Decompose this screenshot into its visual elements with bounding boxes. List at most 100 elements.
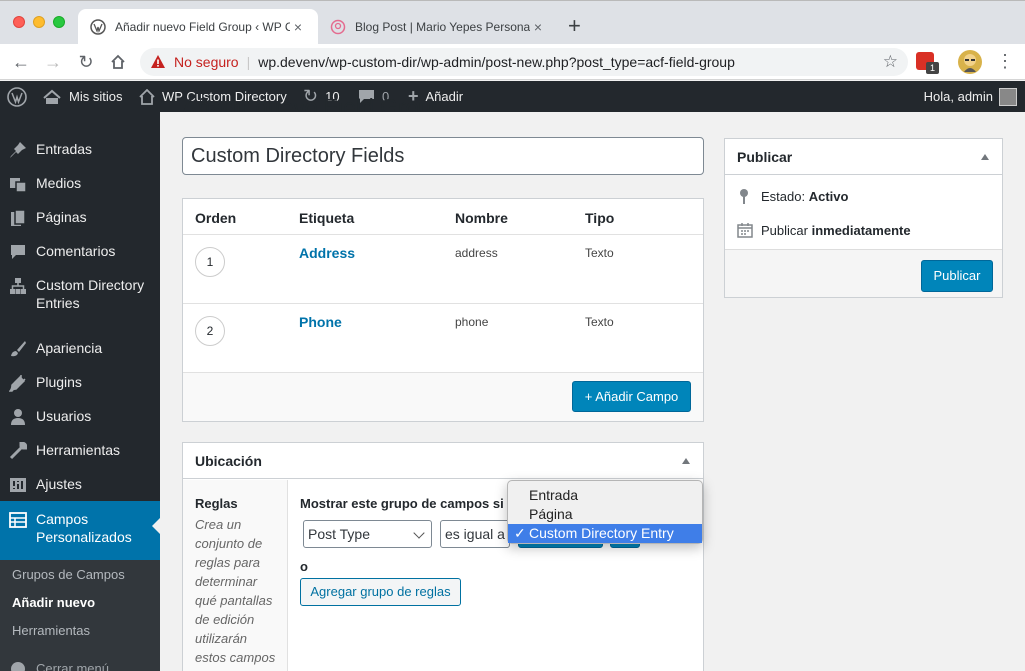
wrench-icon: [0, 441, 36, 460]
sidebar-item-label: Medios: [36, 175, 82, 191]
browser-tab[interactable]: Blog Post | Mario Yepes Persona ×: [318, 9, 558, 45]
brush-icon: [0, 339, 36, 358]
my-account-menu[interactable]: Hola, admin: [924, 81, 1017, 112]
field-order-handle[interactable]: 1: [195, 247, 225, 277]
comments-icon: [0, 242, 36, 261]
submenu-item-grupos[interactable]: Grupos de Campos: [12, 567, 125, 582]
field-group-title-input[interactable]: Custom Directory Fields: [182, 137, 704, 175]
blog-favicon-icon: [330, 19, 346, 35]
my-sites-menu[interactable]: Mis sitios: [42, 81, 122, 112]
collapse-icon: [0, 660, 36, 671]
window-close-button[interactable]: [13, 16, 25, 28]
field-type: Texto: [585, 246, 614, 260]
status-row: Estado: Activo: [737, 188, 848, 204]
sidebar-item-entradas[interactable]: Entradas: [0, 140, 160, 160]
current-menu-arrow: [152, 518, 160, 534]
sidebar-item-custom-directory-entries[interactable]: Custom Directory Entries: [0, 276, 160, 314]
window-zoom-button[interactable]: [53, 16, 65, 28]
field-label-link[interactable]: Address: [299, 245, 355, 261]
publish-button[interactable]: Publicar: [921, 260, 993, 292]
collapse-label: Cerrar menú: [36, 661, 109, 671]
sidebar-item-comentarios[interactable]: Comentarios: [0, 242, 160, 262]
profile-avatar[interactable]: [958, 50, 982, 74]
publish-label: Publicar: [761, 222, 808, 238]
pages-icon: [0, 208, 36, 227]
field-label-link[interactable]: Phone: [299, 314, 342, 330]
bookmark-star-icon[interactable]: ☆: [883, 52, 898, 72]
forward-arrow-icon[interactable]: →: [42, 51, 64, 73]
media-icon: [0, 174, 36, 193]
dropdown-option-pagina[interactable]: Página: [508, 505, 702, 524]
dropdown-option-custom-directory-entry[interactable]: ✓ Custom Directory Entry: [508, 524, 702, 543]
sidebar-item-label: Herramientas: [36, 442, 121, 458]
rule-operator-value: es igual a: [445, 526, 505, 542]
browser-menu-icon[interactable]: ⋮: [996, 52, 1014, 70]
extension-badge: 1: [926, 62, 939, 74]
tab-close-icon[interactable]: ×: [530, 19, 546, 35]
back-arrow-icon[interactable]: ←: [10, 51, 32, 73]
tab-close-icon[interactable]: ×: [290, 19, 306, 35]
chevron-down-icon: [413, 527, 425, 539]
column-header-name: Nombre: [455, 210, 508, 226]
toggle-panel-icon[interactable]: [981, 154, 989, 160]
sidebar-item-usuarios[interactable]: Usuarios: [0, 407, 160, 427]
sidebar-item-medios[interactable]: Medios: [0, 174, 160, 194]
address-bar[interactable]: No seguro | wp.devenv/wp-custom-dir/wp-a…: [140, 48, 908, 76]
sidebar-item-label: Apariencia: [36, 340, 103, 356]
sitemap-icon: [0, 276, 36, 295]
home-icon[interactable]: [107, 51, 129, 73]
wordpress-favicon-icon: [90, 19, 106, 35]
sidebar-item-paginas[interactable]: Páginas: [0, 208, 160, 228]
user-avatar: [999, 87, 1017, 106]
submenu-item-anadir-nuevo[interactable]: Añadir nuevo: [12, 595, 95, 610]
add-rule-group-button[interactable]: Agregar grupo de reglas: [300, 578, 461, 606]
sidebar-item-label: Custom Directory Entries: [36, 277, 145, 311]
sidebar-item-apariencia[interactable]: Apariencia: [0, 339, 160, 359]
dropdown-option-entrada[interactable]: Entrada: [508, 486, 702, 505]
sidebar-item-ajustes[interactable]: Ajustes: [0, 475, 160, 495]
location-header[interactable]: Ubicación: [183, 443, 703, 479]
rule-param-select[interactable]: Post Type: [303, 520, 432, 548]
submenu-item-herramientas[interactable]: Herramientas: [12, 623, 90, 638]
publish-header[interactable]: Publicar: [725, 139, 1002, 175]
user-icon: [0, 407, 36, 426]
checkmark-icon: ✓: [514, 525, 526, 541]
field-name: address: [455, 246, 498, 260]
rules-sidebar: Reglas Crea un conjunto de reglas para d…: [183, 480, 288, 671]
new-tab-button[interactable]: +: [568, 15, 581, 37]
option-label: Página: [529, 506, 573, 522]
calendar-icon: [737, 222, 755, 238]
publish-title: Publicar: [737, 149, 793, 165]
field-row[interactable]: 2 Phone phone Texto: [183, 303, 703, 372]
publish-value: inmediatamente: [811, 222, 911, 238]
sidebar-item-herramientas[interactable]: Herramientas: [0, 441, 160, 461]
sidebar-item-label: Ajustes: [36, 476, 82, 492]
browser-tab-active[interactable]: Añadir nuevo Field Group ‹ WP C ×: [78, 9, 318, 45]
sidebar-item-label: Entradas: [36, 141, 93, 157]
window-minimize-button[interactable]: [33, 16, 45, 28]
collapse-menu-button[interactable]: Cerrar menú: [0, 660, 160, 671]
url-text[interactable]: wp.devenv/wp-custom-dir/wp-admin/post-ne…: [258, 54, 735, 70]
sidebar-item-campos-personalizados[interactable]: Campos Personalizados: [0, 501, 160, 560]
rules-description: Crea un conjunto de reglas para determin…: [195, 517, 276, 665]
add-field-button[interactable]: + Añadir Campo: [572, 381, 691, 412]
field-order-handle[interactable]: 2: [195, 316, 225, 346]
sidebar-item-label: Plugins: [36, 374, 82, 390]
security-label[interactable]: No seguro: [174, 54, 239, 70]
sidebar-item-label: Comentarios: [36, 243, 116, 259]
wp-admin-bar: Mis sitios WP Custom Directory ↻ 10 0 + …: [0, 81, 1025, 112]
option-label: Custom Directory Entry: [529, 525, 674, 541]
toggle-panel-icon[interactable]: [682, 458, 690, 464]
my-sites-label: Mis sitios: [69, 89, 123, 104]
sidebar-item-plugins[interactable]: Plugins: [0, 373, 160, 393]
fields-footer: + Añadir Campo: [183, 372, 703, 421]
my-sites-icon: [42, 89, 62, 105]
reload-icon[interactable]: ↻: [75, 51, 97, 73]
field-row[interactable]: 1 Address address Texto: [183, 234, 703, 303]
rule-operator-select[interactable]: es igual a: [440, 520, 510, 548]
column-header-type: Tipo: [585, 210, 615, 226]
fields-table: Orden Etiqueta Nombre Tipo 1 Address add…: [182, 198, 704, 422]
wordpress-logo-icon[interactable]: [7, 81, 27, 112]
rule-value-dropdown[interactable]: Entrada Página ✓ Custom Directory Entry: [507, 480, 703, 544]
home-icon: [139, 88, 155, 105]
